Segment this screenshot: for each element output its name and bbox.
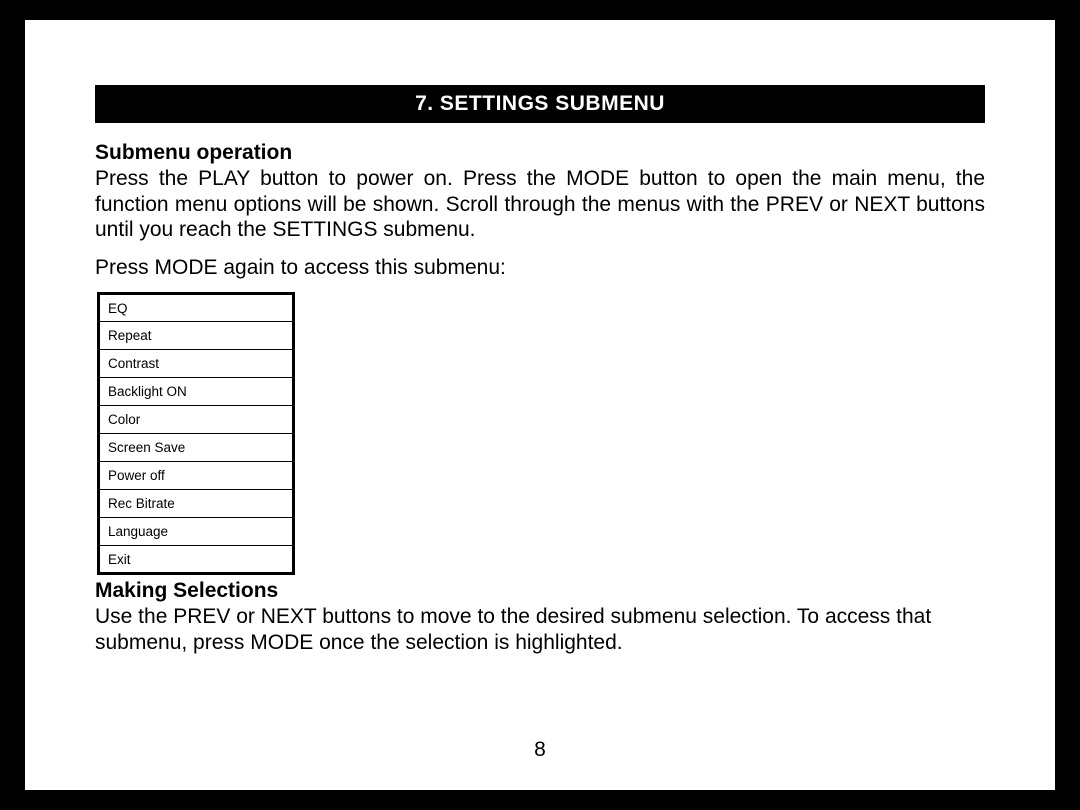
submenu-item: Contrast [99, 350, 294, 378]
submenu-operation-heading: Submenu operation [95, 141, 985, 165]
submenu-item: Repeat [99, 322, 294, 350]
making-selections-heading: Making Selections [95, 579, 985, 603]
submenu-item: Backlight ON [99, 378, 294, 406]
making-selections-paragraph: Use the PREV or NEXT buttons to move to … [95, 604, 985, 655]
page-number: 8 [25, 738, 1055, 762]
submenu-item: Power off [99, 462, 294, 490]
submenu-item: Screen Save [99, 434, 294, 462]
submenu-operation-paragraph-2: Press MODE again to access this submenu: [95, 255, 985, 281]
submenu-operation-paragraph-1: Press the PLAY button to power on. Press… [95, 166, 985, 243]
submenu-item: Rec Bitrate [99, 490, 294, 518]
submenu-item: Language [99, 518, 294, 546]
section-header: 7. SETTINGS SUBMENU [95, 85, 985, 123]
submenu-table-container: EQ Repeat Contrast Backlight ON Color Sc… [95, 292, 985, 575]
submenu-item: Color [99, 406, 294, 434]
submenu-item: EQ [99, 294, 294, 322]
submenu-table: EQ Repeat Contrast Backlight ON Color Sc… [97, 292, 295, 575]
submenu-item: Exit [99, 546, 294, 574]
manual-page: 7. SETTINGS SUBMENU Submenu operation Pr… [25, 20, 1055, 790]
